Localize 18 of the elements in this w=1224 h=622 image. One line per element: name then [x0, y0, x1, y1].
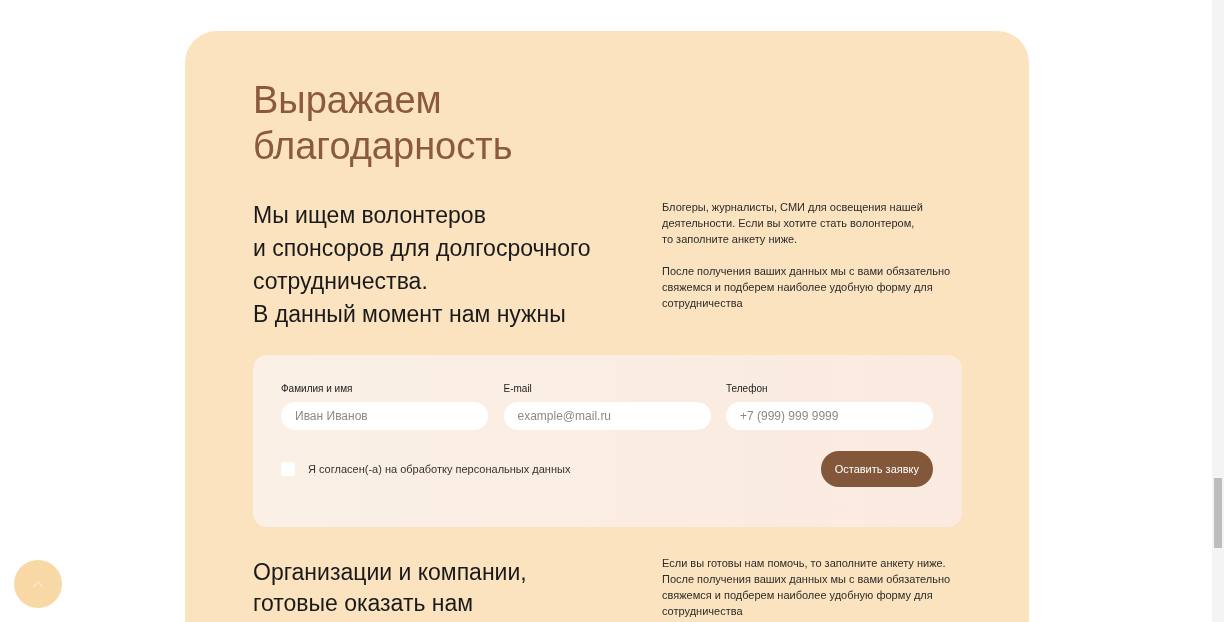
- section-text: Блогеры, журналисты, СМИ для освещения нашей деятельности. Если вы хотите стать волонтером, то заполните анкету ниже.: [662, 200, 924, 247]
- section-text: Если вы готовы нам помочь, то заполните анкету ниже. После получения ваших данных мы с вами обязательно свяжемся и подберем наиболее удобную форму для сотрудничества: [662, 556, 952, 619]
- section-title: Выражаем благодарность: [253, 78, 514, 169]
- input-field[interactable]: example@mail.ru: [503, 402, 711, 430]
- field-label: Телефон: [726, 382, 769, 396]
- scroll-top-button[interactable]: [14, 560, 62, 608]
- consent-checkbox[interactable]: [281, 462, 295, 476]
- arrow-up-icon: [32, 580, 44, 588]
- input-field[interactable]: Иван Иванов: [281, 402, 488, 430]
- section-heading: Мы ищем волонтеров и спонсоров для долгосрочного сотрудничества. В данный момент нам нужны: [253, 201, 592, 329]
- section-heading: Организации и компании, готовые оказать нам: [253, 558, 528, 618]
- scrollbar-thumb[interactable]: [1214, 478, 1222, 548]
- section-text: После получения ваших данных мы с вами обязательно свяжемся и подберем наиболее удобную форму для сотрудничества: [662, 264, 952, 311]
- consent-label: Я согласен(-а) на обработку персональных данных: [308, 461, 571, 477]
- input-field[interactable]: +7 (999) 999 9999: [726, 402, 933, 430]
- field-label: Фамилия и имя: [281, 382, 354, 396]
- field-label: E-mail: [503, 382, 533, 396]
- submit-button[interactable]: Оставить заявку: [820, 451, 933, 487]
